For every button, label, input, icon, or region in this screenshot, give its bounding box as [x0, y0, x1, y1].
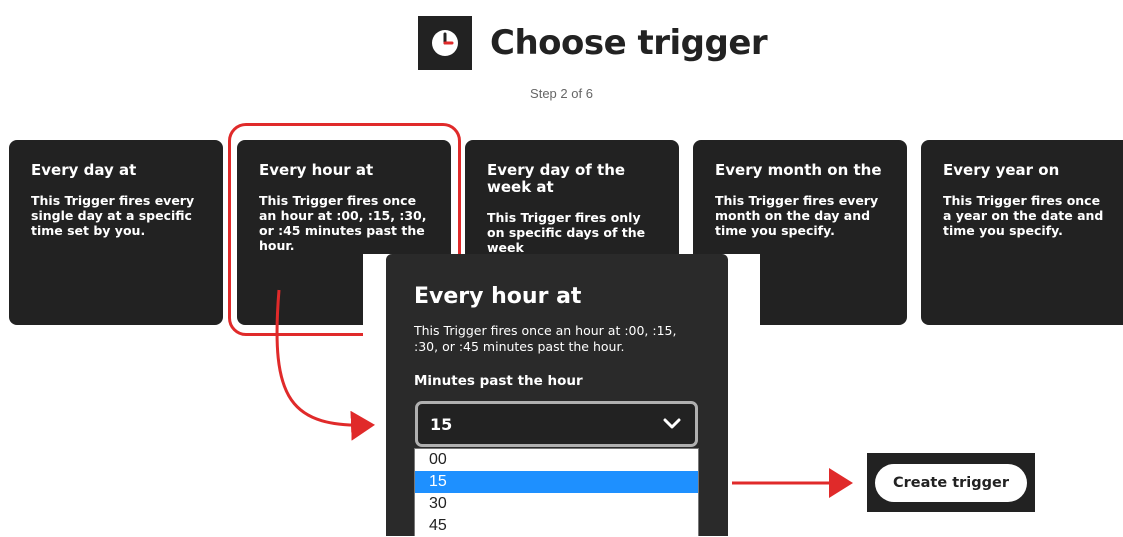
arrow-to-select — [275, 289, 375, 441]
annotation-arrows — [275, 289, 853, 498]
